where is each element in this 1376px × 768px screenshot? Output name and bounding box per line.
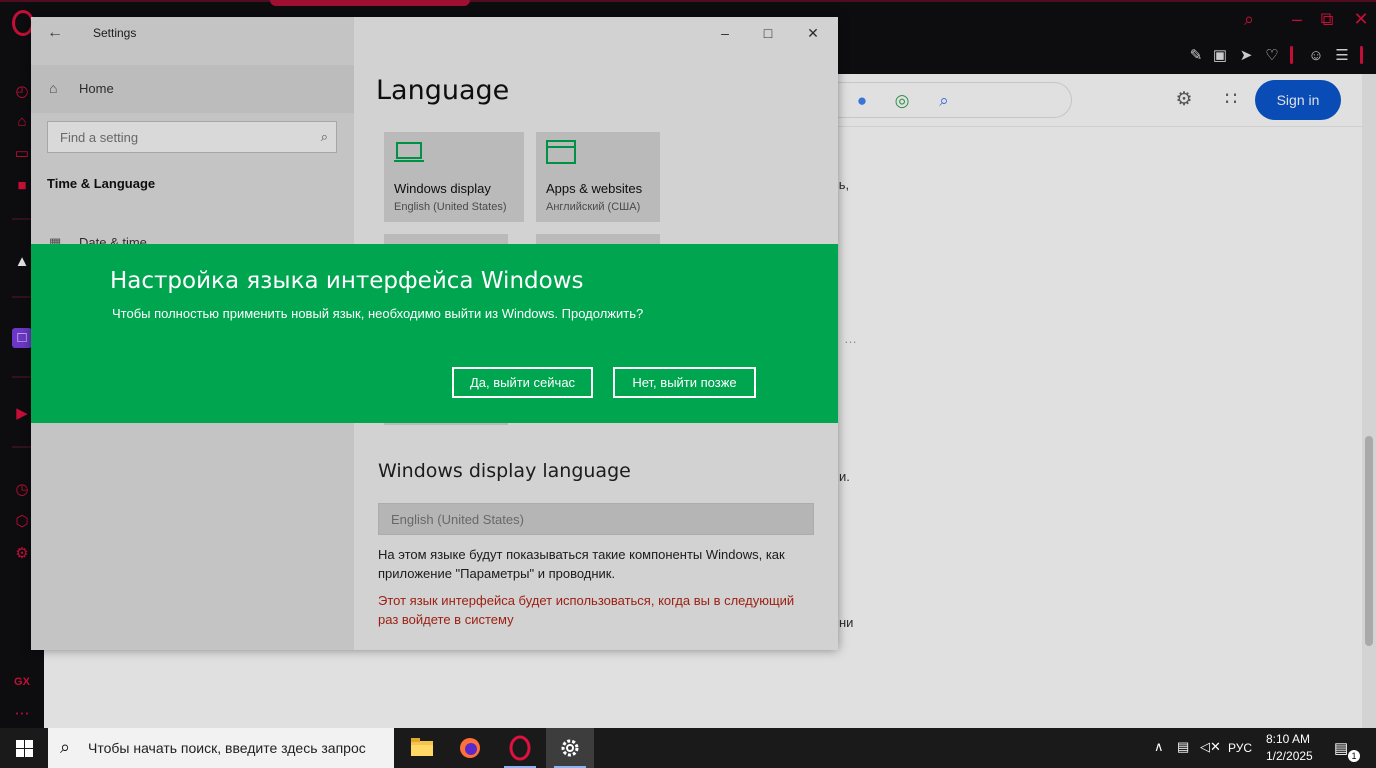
opera-gx-icon bbox=[509, 735, 531, 761]
sign-out-dialog: Настройка языка интерфейса Windows Чтобы… bbox=[31, 244, 838, 423]
network-icon[interactable]: ▤ bbox=[1177, 739, 1189, 755]
dialog-message: Чтобы полностью применить новый язык, не… bbox=[112, 306, 644, 321]
firefox-icon bbox=[460, 738, 480, 758]
notification-count-badge: 1 bbox=[1348, 750, 1360, 762]
notifications-icon[interactable]: ▤ bbox=[1334, 739, 1348, 757]
windows-logo-icon bbox=[16, 740, 33, 757]
start-button[interactable] bbox=[0, 728, 48, 768]
folder-icon bbox=[411, 738, 433, 756]
opera-gx-app[interactable] bbox=[496, 728, 544, 768]
search-icon: ⌕ bbox=[60, 737, 71, 757]
settings-app[interactable] bbox=[546, 728, 594, 768]
taskbar: ⌕ Чтобы начать поиск, введите здесь запр… bbox=[0, 728, 1376, 768]
clock-time[interactable]: 8:10 AM bbox=[1266, 732, 1310, 746]
sign-out-now-button[interactable]: Да, выйти сейчас bbox=[452, 367, 593, 398]
volume-muted-icon[interactable]: ◁✕ bbox=[1200, 739, 1221, 755]
input-language-indicator[interactable]: РУС bbox=[1228, 741, 1252, 755]
firefox-app[interactable] bbox=[446, 728, 494, 768]
dialog-title: Настройка языка интерфейса Windows bbox=[110, 268, 584, 294]
file-explorer-app[interactable] bbox=[398, 728, 446, 768]
sign-out-later-button[interactable]: Нет, выйти позже bbox=[613, 367, 756, 398]
taskbar-search-box[interactable]: ⌕ Чтобы начать поиск, введите здесь запр… bbox=[48, 728, 394, 768]
show-hidden-icons-icon[interactable]: ∧ bbox=[1154, 739, 1164, 755]
taskbar-search-placeholder: Чтобы начать поиск, введите здесь запрос bbox=[88, 740, 366, 756]
gear-icon bbox=[561, 739, 579, 757]
clock-date[interactable]: 1/2/2025 bbox=[1266, 749, 1313, 763]
